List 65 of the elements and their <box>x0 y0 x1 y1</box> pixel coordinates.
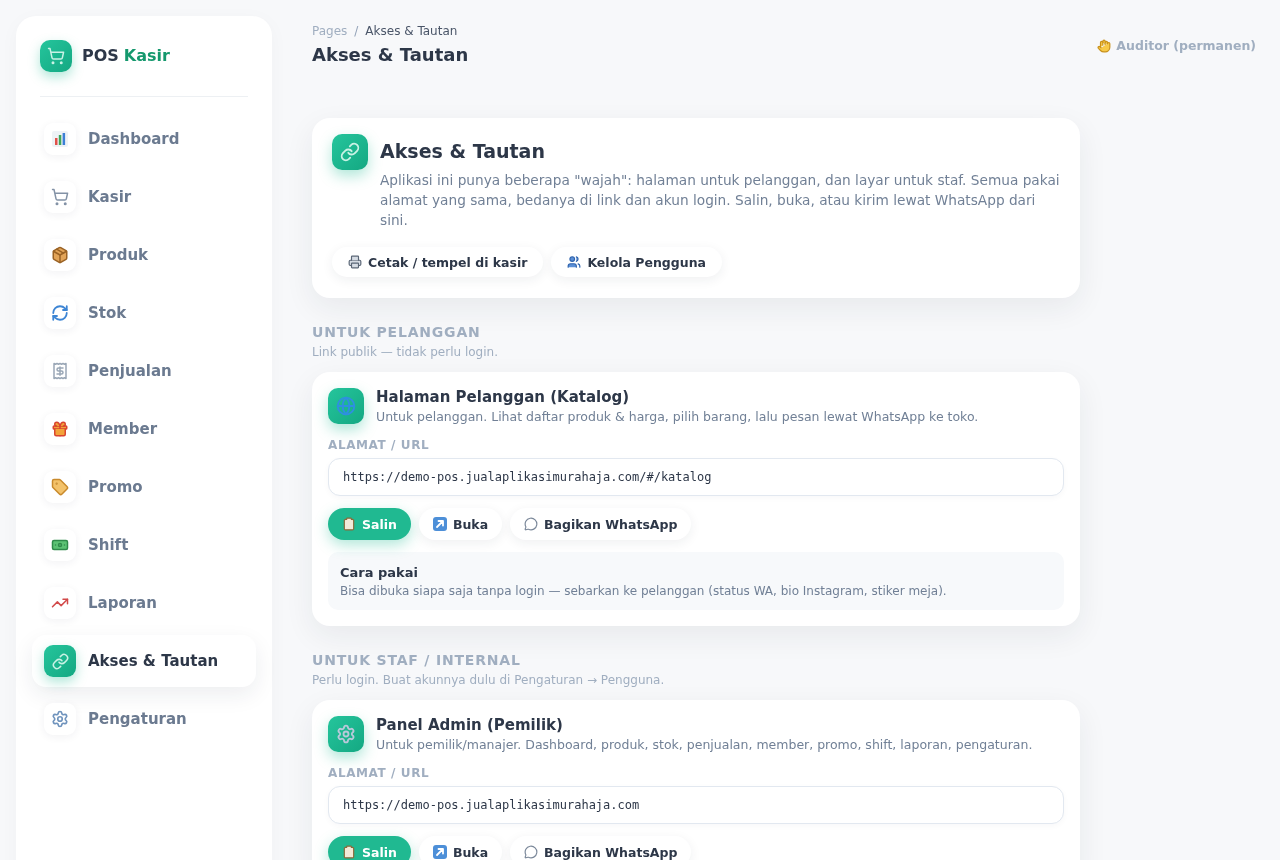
copy-button[interactable]: Salin <box>328 508 411 540</box>
card-title: Panel Admin (Pemilik) <box>376 716 564 734</box>
note-title: Cara pakai <box>340 564 419 582</box>
url-field[interactable]: https://demo-pos.jualaplikasimurahaja.com <box>328 786 1064 824</box>
speech-bubble-icon <box>524 517 539 531</box>
sidebar-item[interactable]: Penjualan <box>32 345 256 397</box>
cart-icon <box>40 40 72 72</box>
people-icon <box>567 255 582 269</box>
refresh-icon <box>44 297 76 329</box>
brand-accent-name: Kasir <box>123 46 170 66</box>
cart-icon <box>44 181 76 213</box>
card-title: Halaman Pelanggan (Katalog) <box>376 388 631 406</box>
section-subheading: Link publik — tidak perlu login. <box>312 344 499 360</box>
note-text: Bisa dibuka siapa saja tanpa login — sebarkan ke pelanggan (status WA, bio Instagram, stiker meja). <box>340 583 948 599</box>
sidebar-item[interactable]: Pengaturan <box>32 693 256 745</box>
action-button[interactable]: Bagikan WhatsApp <box>510 508 692 540</box>
globe-icon <box>328 388 364 424</box>
sidebar-item[interactable]: Promo <box>32 461 256 513</box>
action-button[interactable]: Kelola Pengguna <box>551 247 722 277</box>
action-button[interactable]: Buka <box>418 836 503 860</box>
package-icon <box>44 239 76 271</box>
section-heading: UNTUK PELANGGAN <box>312 323 482 341</box>
tag-icon <box>44 471 76 503</box>
sidebar-item[interactable]: Kasir <box>32 171 256 223</box>
copy-button[interactable]: Salin <box>328 836 411 860</box>
breadcrumb-separator: / <box>354 23 359 39</box>
url-field[interactable]: https://demo-pos.jualaplikasimurahaja.com/#/katalog <box>328 458 1064 496</box>
action-button[interactable]: Cetak / tempel di kasir <box>332 247 544 277</box>
sidebar-item[interactable]: Shift <box>32 519 256 571</box>
settings-icon <box>328 716 364 752</box>
section-heading: UNTUK STAF / INTERNAL <box>312 651 522 669</box>
banknote-icon <box>44 529 76 561</box>
sidebar-item[interactable]: Member <box>32 403 256 455</box>
printer-icon <box>348 255 362 269</box>
action-button[interactable]: Bagikan WhatsApp <box>510 836 692 860</box>
link-icon <box>332 134 368 170</box>
clipboard-icon <box>342 845 356 859</box>
sidebar-item[interactable]: Akses & Tautan <box>32 635 256 687</box>
user-name: Auditor (permanen) <box>1116 38 1256 54</box>
clipboard-icon <box>342 517 356 531</box>
action-button[interactable]: Buka <box>418 508 503 540</box>
brand-name: POS <box>82 46 119 66</box>
arrow-up-right-icon <box>432 517 447 531</box>
sidebar-item[interactable]: Stok <box>32 287 256 339</box>
bar-chart-icon <box>44 123 76 155</box>
breadcrumb-current: Akses & Tautan <box>365 23 458 39</box>
receipt-icon <box>44 355 76 387</box>
sidebar-item[interactable]: Produk <box>32 229 256 281</box>
intro-title: Akses & Tautan <box>380 139 546 163</box>
section-subheading: Perlu login. Buat akunnya dulu di Pengaturan → Pengguna. <box>312 672 666 688</box>
page-title: Akses & Tautan <box>312 43 469 67</box>
card-description: Untuk pemilik/manajer. Dashboard, produk, stok, penjualan, member, promo, shift, laporan, pengaturan. <box>376 736 1034 754</box>
sidebar-item[interactable]: Laporan <box>32 577 256 629</box>
field-label: ALAMAT / URL <box>328 765 431 781</box>
trend-chart-icon <box>44 587 76 619</box>
sidebar-item[interactable]: Dashboard <box>32 113 256 165</box>
hand-icon <box>1097 39 1112 53</box>
gift-icon <box>44 413 76 445</box>
speech-bubble-icon <box>524 845 539 859</box>
intro-description: Aplikasi ini punya beberapa "wajah": halaman untuk pelanggan, dan layar untuk staf. Semua pakai alamat yang sama, bedanya di link dan akun login. Salin, buka, atau kirim lewat WhatsApp dari sini. <box>380 171 1061 230</box>
field-label: ALAMAT / URL <box>328 437 431 453</box>
settings-icon <box>44 703 76 735</box>
arrow-up-right-icon <box>432 845 447 859</box>
link-icon <box>44 645 76 677</box>
card-description: Untuk pelanggan. Lihat daftar produk & harga, pilih barang, lalu pesan lewat WhatsApp ke toko. <box>376 408 980 426</box>
